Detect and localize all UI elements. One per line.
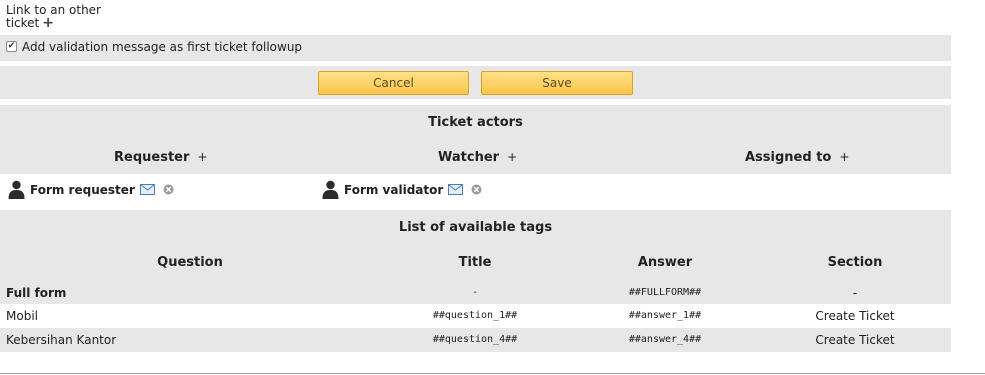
cell-question: Mobil: [6, 309, 38, 323]
link-other-ticket: Link to an other ticket +: [6, 4, 101, 31]
add-link-plus-icon[interactable]: +: [42, 15, 54, 31]
table-row: Mobil ##question_1## ##answer_1## Create…: [0, 304, 951, 328]
actor-validator: Form validator: [322, 180, 482, 199]
ticket-actors-section: Ticket actors Requester + Watcher + Assign…: [0, 105, 951, 174]
column-header-answer: Answer: [637, 255, 693, 270]
mail-icon[interactable]: [448, 184, 464, 195]
validation-band: ✔ Add validation message as first ticket…: [0, 35, 951, 61]
assigned-to-header: Assigned to +: [745, 150, 849, 165]
cell-question: Full form: [6, 286, 67, 300]
available-tags-title: List of available tags: [398, 220, 553, 235]
actor-requester: Form requester: [8, 180, 174, 199]
cell-section: Create Ticket: [815, 309, 895, 323]
cell-answer: ##answer_1##: [628, 310, 702, 321]
cell-section: Create Ticket: [815, 333, 895, 347]
add-watcher-plus-icon[interactable]: +: [507, 150, 517, 164]
validation-checkbox[interactable]: ✔: [6, 41, 17, 52]
actor-name: Form requester: [30, 182, 135, 197]
cell-title: ##question_1##: [432, 310, 518, 321]
bottom-divider: [0, 373, 985, 374]
validation-checkbox-label: Add validation message as first ticket f…: [22, 40, 303, 54]
cell-section: -: [852, 286, 858, 300]
actor-name: Form validator: [344, 182, 444, 197]
cell-answer: ##answer_4##: [628, 334, 702, 345]
person-icon: [322, 180, 339, 199]
person-icon: [8, 180, 25, 199]
cell-title: ##question_4##: [432, 334, 518, 345]
add-requester-plus-icon[interactable]: +: [197, 150, 207, 164]
watcher-header-label: Watcher: [438, 150, 500, 165]
add-assignee-plus-icon[interactable]: +: [839, 150, 849, 164]
delete-icon[interactable]: [471, 184, 482, 195]
cell-title: -: [471, 287, 479, 298]
assigned-to-header-label: Assigned to: [745, 150, 832, 165]
cell-answer: ##FULLFORM##: [628, 287, 702, 298]
column-header-title: Title: [458, 255, 492, 270]
cancel-button[interactable]: Cancel: [318, 71, 469, 95]
table-row: Full form - ##FULLFORM## -: [0, 281, 951, 305]
link-other-ticket-label-line2: ticket: [6, 16, 40, 30]
button-band: Cancel Save: [0, 66, 951, 99]
delete-icon[interactable]: [163, 184, 174, 195]
cell-question: Kebersihan Kantor: [6, 333, 117, 347]
requester-header: Requester +: [114, 150, 207, 165]
table-row: Kebersihan Kantor ##question_4## ##answe…: [0, 328, 951, 352]
column-header-section: Section: [827, 255, 883, 270]
mail-icon[interactable]: [139, 184, 155, 195]
save-button[interactable]: Save: [481, 71, 633, 95]
available-tags-section: List of available tags Question Title An…: [0, 210, 951, 352]
actor-entries-row: Form requester Form validator: [0, 174, 951, 210]
watcher-header: Watcher +: [438, 150, 517, 165]
ticket-actors-title: Ticket actors: [428, 115, 523, 130]
column-header-question: Question: [157, 255, 223, 270]
requester-header-label: Requester: [114, 150, 190, 165]
